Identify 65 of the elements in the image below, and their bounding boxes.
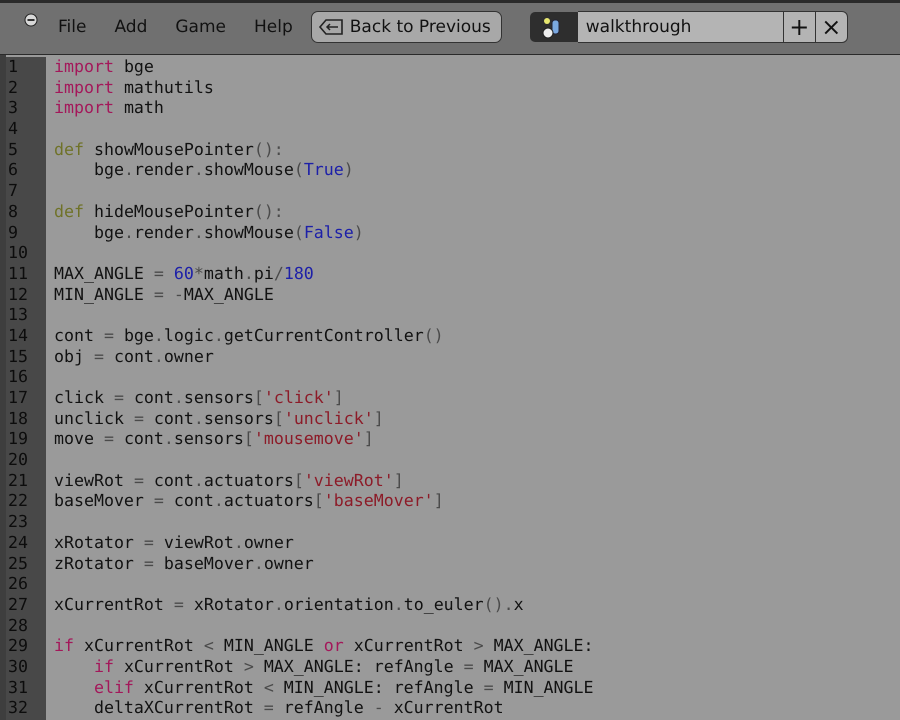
code-line: obj = cont.owner	[54, 346, 215, 368]
line-number: 12	[8, 284, 29, 306]
add-button[interactable]: +	[784, 10, 816, 42]
line-number: 29	[8, 636, 29, 657]
back-to-previous-button[interactable]: Back to Previous	[310, 10, 502, 42]
line-number: 6	[8, 160, 19, 182]
code-line: MAX_ANGLE = 60*math.pi/180	[54, 264, 315, 285]
code-line: if xCurrentRot < MIN_ANGLE or xCurrentRot > MAX_ANGLE:	[54, 636, 594, 657]
code-line: def showMousePointer():	[54, 140, 285, 160]
datablock-name-field[interactable]: walkthrough	[578, 10, 784, 42]
line-number: 26	[8, 574, 29, 595]
code-line: move = cont.sensors['mousemove']	[54, 429, 375, 450]
line-number: 11	[8, 264, 29, 285]
line-number: 31	[8, 678, 29, 698]
line-number: 18	[8, 408, 29, 430]
code-line: unclick = cont.sensors['unclick']	[54, 408, 385, 430]
code-line: bge.render.showMouse(True)	[92, 160, 355, 182]
line-number: 8	[8, 202, 19, 222]
line-number: 17	[8, 388, 29, 409]
menu-item[interactable]: Game	[175, 16, 226, 36]
line-number: 4	[8, 119, 19, 140]
line-number: 25	[8, 554, 29, 574]
line-number: 28	[8, 616, 29, 636]
line-number: 30	[8, 656, 29, 678]
back-arrow-icon[interactable]	[318, 18, 344, 36]
line-number: 23	[8, 512, 29, 533]
line-number: 16	[8, 367, 29, 388]
code-line: viewRot = cont.actuators['viewRot']	[54, 470, 405, 492]
code-line: cont = bge.logic.getCurrentController()	[54, 326, 445, 347]
line-number: 9	[8, 222, 19, 244]
code-line: MIN_ANGLE = -MAX_ANGLE	[54, 284, 275, 306]
code-line: xRotator = viewRot.owner	[54, 532, 295, 554]
code-line: import mathutils	[54, 78, 215, 98]
line-number: 13	[8, 305, 29, 326]
code-line: if xCurrentRot > MAX_ANGLE: refAngle = MAX_ANGLE	[92, 656, 575, 678]
collapse-menu-icon[interactable]	[24, 12, 38, 26]
line-number: 20	[8, 450, 29, 471]
code-line: bge.render.showMouse(False)	[92, 222, 365, 244]
code-line: def hideMousePointer():	[54, 202, 285, 222]
line-number: 27	[8, 594, 29, 616]
line-number: 15	[8, 346, 29, 368]
menu-item[interactable]: Add	[114, 16, 148, 36]
menu-item[interactable]: Help	[254, 16, 293, 36]
code-line: import bge	[54, 57, 155, 78]
code-line: deltaXCurrentRot = refAngle - xCurrentRot	[92, 698, 505, 719]
line-number: 22	[8, 491, 29, 512]
close-button[interactable]: ×	[816, 10, 848, 42]
code-line: click = cont.sensors['click']	[54, 388, 345, 409]
line-number: 7	[8, 181, 19, 202]
line-number: 10	[8, 243, 29, 264]
line-number: 3	[8, 98, 19, 120]
line-number: 21	[8, 470, 29, 492]
line-number: 5	[8, 140, 19, 160]
line-number: 2	[8, 78, 19, 98]
code-line: import math	[54, 98, 165, 120]
line-number: 19	[8, 429, 29, 450]
line-number: 24	[8, 532, 29, 554]
code-line: elif xCurrentRot < MIN_ANGLE: refAngle = MIN_ANGLE	[92, 678, 594, 698]
code-line: zRotator = baseMover.owner	[54, 554, 315, 574]
line-number: 14	[8, 326, 29, 347]
menu-item[interactable]: File	[58, 16, 86, 36]
line-number: 1	[8, 57, 19, 78]
code-line: xCurrentRot = xRotator.orientation.to_euler().x	[54, 594, 525, 616]
line-number: 32	[8, 698, 29, 719]
code-line: baseMover = cont.actuators['baseMover']	[54, 491, 445, 512]
